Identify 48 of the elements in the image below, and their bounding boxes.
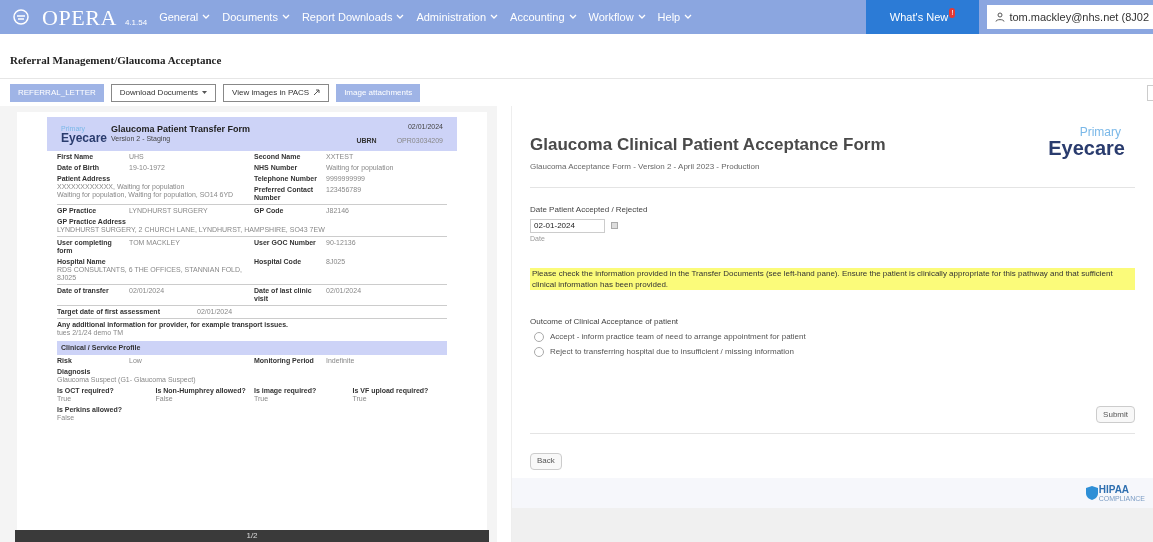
chevron-down-icon — [568, 14, 577, 20]
submit-button[interactable]: Submit — [1096, 406, 1135, 423]
date-input[interactable]: 02-01-2024 — [530, 218, 605, 233]
toolbar-button[interactable]: REFERRAL_LETTER — [10, 83, 104, 102]
back-button[interactable]: Back — [530, 452, 562, 470]
notice-text: Please check the information provided in the Transfer Documents (see left-hand pane). Ensure the patient is clinically appropriate for this pathway and that sufficient clinical information has been provided. — [530, 268, 1135, 290]
form-subtitle: Glaucoma Acceptance Form - Version 2 - April 2023 - Production — [530, 160, 761, 173]
chevron-down-icon — [684, 14, 693, 20]
nav-menu-item[interactable]: Accounting — [510, 8, 577, 26]
chevron-down-icon — [281, 14, 290, 20]
toolbar-button[interactable]: Image attachments — [336, 83, 421, 102]
user-icon — [995, 12, 1006, 22]
page-title: Referral Management/Glaucoma Acceptance — [10, 52, 222, 68]
chevron-down-icon — [637, 14, 646, 20]
toolbar-button[interactable]: Download Documents — [110, 83, 217, 102]
form-title: Glaucoma Clinical Patient Acceptance Form — [530, 134, 886, 156]
notification-badge: ! — [949, 8, 956, 18]
version-label: 4.1.54 — [124, 17, 148, 29]
nav-menu-item[interactable]: Help — [657, 8, 693, 26]
logo-text: Primary — [1079, 126, 1121, 138]
field-label: Date Patient Accepted / Rejected — [530, 203, 649, 216]
calendar-icon[interactable] — [611, 222, 618, 229]
nav-menu-item[interactable]: Workflow — [588, 8, 646, 26]
chevron-down-icon — [490, 14, 499, 20]
radio-button[interactable] — [534, 347, 544, 357]
logo-text: Eyecare — [61, 131, 108, 144]
user-account-button[interactable]: tom.mackley@nhs.net (8J02 — [987, 5, 1153, 29]
brand-logo: OPERA — [42, 3, 117, 32]
nav-menu-item[interactable]: Documents — [222, 8, 290, 26]
badge-text: HIPAA — [1098, 484, 1131, 495]
caret-icon — [202, 90, 208, 95]
chevron-down-icon — [396, 14, 405, 20]
radio-button[interactable] — [534, 332, 544, 342]
radio-label: Reject to transferring hospital due to insufficient / missing information — [550, 346, 794, 358]
nav-menu-item[interactable]: General — [159, 8, 211, 26]
radio-label: Accept - inform practice team of need to arrange appointment for patient — [550, 331, 806, 343]
document-title: Glaucoma Patient Transfer Form — [111, 124, 252, 136]
logo-text: Eyecare — [1048, 138, 1125, 158]
field-label: Outcome of Clinical Acceptance of patient — [530, 316, 680, 328]
nav-menu-item[interactable]: Administration — [416, 8, 499, 26]
page-indicator: 1/2 — [246, 530, 258, 542]
whats-new-button[interactable]: What's New ! — [865, 0, 980, 34]
link-icon — [313, 89, 321, 96]
shield-icon — [1085, 486, 1098, 500]
nav-menu-item[interactable]: Report Downloads — [301, 8, 405, 26]
chevron-down-icon — [202, 14, 211, 20]
toolbar-button[interactable]: View images in PACS — [223, 83, 330, 102]
crest-icon — [12, 8, 30, 26]
